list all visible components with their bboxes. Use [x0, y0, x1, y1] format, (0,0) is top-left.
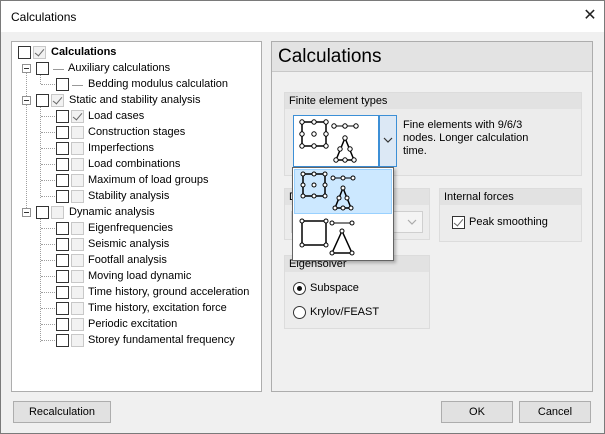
chevron-down-icon [383, 137, 393, 143]
max-load-groups-checkbox[interactable] [56, 174, 69, 187]
fe-types-title: Finite element types [285, 93, 581, 109]
tree-item-auxiliary[interactable]: Auxiliary calculations [68, 62, 170, 74]
tree-item-moving-load[interactable]: Moving load dynamic [88, 270, 191, 282]
periodic-checkbox[interactable] [56, 318, 69, 331]
collapse-icon[interactable] [22, 96, 31, 105]
collapse-icon[interactable] [22, 208, 31, 217]
fe-description-line-2: nodes. Longer calculation [403, 132, 529, 144]
tree-item-th-excitation[interactable]: Time history, excitation force [88, 302, 227, 314]
tree-item-periodic[interactable]: Periodic excitation [88, 318, 177, 330]
imperfections-checkbox[interactable] [56, 142, 69, 155]
moving-load-checkbox[interactable] [56, 270, 69, 283]
tree-item-bedding[interactable]: Bedding modulus calculation [88, 78, 228, 90]
cancel-button[interactable]: Cancel [519, 401, 591, 423]
tree-item-load-combinations[interactable]: Load combinations [88, 158, 180, 170]
static-state-icon [51, 94, 64, 107]
tree-item-stability[interactable]: Stability analysis [88, 190, 169, 202]
load-combinations-checkbox[interactable] [56, 158, 69, 171]
krylov-label: Krylov/FEAST [310, 306, 380, 318]
tree-item-calculations[interactable]: Calculations [51, 46, 116, 58]
internal-forces-title: Internal forces [440, 189, 581, 205]
fe-type-combo[interactable] [293, 115, 379, 167]
eigensolver-group: Eigensolver Subspace Krylov/FEAST [284, 255, 430, 329]
tree-item-seismic[interactable]: Seismic analysis [88, 238, 169, 250]
bedding-checkbox[interactable] [56, 78, 69, 91]
construction-stages-checkbox[interactable] [56, 126, 69, 139]
tree-item-dynamic[interactable]: Dynamic analysis [69, 206, 155, 218]
fe-description-line-1: Fine elements with 9/6/3 [403, 119, 523, 131]
dynamic-checkbox[interactable] [36, 206, 49, 219]
settings-panel: Calculations Finite element types Fine e [271, 41, 593, 392]
peak-smoothing-checkbox[interactable] [452, 216, 465, 229]
title-bar: Calculations ✕ [1, 1, 604, 32]
tree-item-eigenfrequencies[interactable]: Eigenfrequencies [88, 222, 173, 234]
root-state-icon [33, 46, 46, 59]
fine-elements-icon [299, 119, 359, 163]
calculation-tree: Calculations Auxiliary calculations Bedd… [11, 41, 262, 392]
panel-header: Calculations [272, 42, 592, 72]
recalculation-button[interactable]: Recalculation [13, 401, 111, 423]
footfall-checkbox[interactable] [56, 254, 69, 267]
th-excitation-checkbox[interactable] [56, 302, 69, 315]
page-title: Calculations [278, 46, 382, 67]
tree-item-th-ground[interactable]: Time history, ground acceleration [88, 286, 249, 298]
collapse-icon[interactable] [22, 64, 31, 73]
th-ground-checkbox[interactable] [56, 286, 69, 299]
tree-item-load-cases[interactable]: Load cases [88, 110, 144, 122]
storey-checkbox[interactable] [56, 334, 69, 347]
tree-item-static[interactable]: Static and stability analysis [69, 94, 200, 106]
tree-item-imperfections[interactable]: Imperfections [88, 142, 154, 154]
tree-item-footfall[interactable]: Footfall analysis [88, 254, 167, 266]
fe-type-dropdown-button[interactable] [379, 115, 397, 167]
fe-types-group: Finite element types Fine elements with … [284, 92, 582, 176]
fine-elements-icon [300, 171, 356, 211]
window-title: Calculations [11, 10, 77, 24]
tree-item-construction-stages[interactable]: Construction stages [88, 126, 185, 138]
calculations-dialog: Calculations ✕ Calculations Auxiliary ca… [0, 0, 605, 434]
fe-description-line-3: time. [403, 145, 427, 157]
close-icon[interactable]: ✕ [579, 5, 601, 27]
load-cases-state-icon [71, 110, 84, 123]
static-checkbox[interactable] [36, 94, 49, 107]
krylov-radio[interactable] [293, 306, 306, 319]
fe-type-dropdown-list [292, 167, 394, 261]
root-checkbox[interactable] [18, 46, 31, 59]
tree-item-storey[interactable]: Storey fundamental frequency [88, 334, 235, 346]
load-cases-checkbox[interactable] [56, 110, 69, 123]
tree-item-max-load-groups[interactable]: Maximum of load groups [88, 174, 208, 186]
subspace-label: Subspace [310, 282, 359, 294]
simple-elements-icon [299, 218, 355, 256]
option-simple-elements[interactable] [294, 215, 392, 260]
peak-smoothing-label: Peak smoothing [469, 216, 548, 228]
ok-button[interactable]: OK [441, 401, 513, 423]
eigenfrequencies-checkbox[interactable] [56, 222, 69, 235]
subspace-radio[interactable] [293, 282, 306, 295]
internal-forces-group: Internal forces Peak smoothing [439, 188, 582, 242]
aux-checkbox[interactable] [36, 62, 49, 75]
stability-checkbox[interactable] [56, 190, 69, 203]
seismic-checkbox[interactable] [56, 238, 69, 251]
option-fine-elements[interactable] [294, 169, 392, 214]
